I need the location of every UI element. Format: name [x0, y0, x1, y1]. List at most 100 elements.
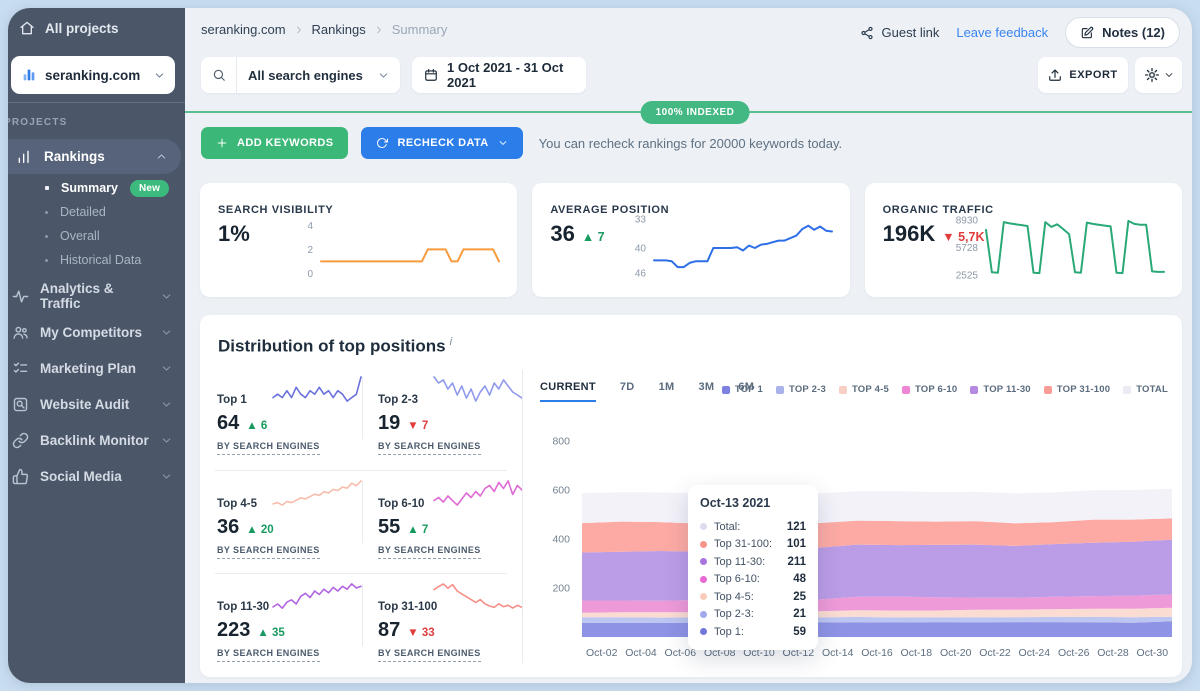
sidebar-item-social-media[interactable]: Social Media	[8, 458, 185, 494]
info-icon[interactable]: i	[450, 336, 452, 348]
chevron-down-icon	[161, 399, 172, 410]
stat-value: 19	[378, 412, 400, 435]
thumbs-icon	[12, 468, 29, 485]
average-position-card: AVERAGE POSITION 36▲ 7 334046	[532, 183, 849, 297]
rankings-submenu: SummaryNew Detailed Overall Historical Data	[8, 176, 185, 272]
sidebar-item-rankings[interactable]: Rankings	[8, 139, 181, 174]
metric-cards-row: SEARCH VISIBILITY 1% 420 AVERAGE POSITIO…	[200, 183, 1182, 297]
chevron-down-icon	[498, 138, 508, 148]
sidebar-subitem-summary[interactable]: SummaryNew	[8, 176, 185, 200]
legend-item-total[interactable]: TOTAL	[1123, 384, 1168, 395]
stats-divider	[362, 377, 363, 439]
pencil-icon	[1080, 26, 1094, 40]
card-value: 196K	[883, 221, 936, 247]
tab-current[interactable]: CURRENT	[540, 381, 596, 402]
legend-item-top-1[interactable]: TOP 1	[722, 384, 763, 395]
sidebar-item-website-audit[interactable]: Website Audit	[8, 386, 185, 422]
by-search-engines-link[interactable]: BY SEARCH ENGINES	[217, 545, 320, 559]
sidebar-item-my-competitors[interactable]: My Competitors	[8, 314, 185, 350]
stats-divider	[215, 470, 507, 471]
by-search-engines-link[interactable]: BY SEARCH ENGINES	[217, 648, 320, 662]
search-engine-filter[interactable]	[201, 57, 237, 93]
legend-item-top-11-30[interactable]: TOP 11-30	[970, 384, 1030, 395]
by-search-engines-link[interactable]: BY SEARCH ENGINES	[217, 441, 320, 455]
tooltip-label: Top 2-3:	[714, 608, 754, 620]
by-search-engines-link[interactable]: BY SEARCH ENGINES	[378, 441, 481, 455]
chevron-down-icon	[161, 327, 172, 338]
x-axis-tick: Oct-18	[901, 647, 933, 659]
all-projects-link[interactable]: All projects	[19, 20, 119, 36]
stat-value: 223	[217, 619, 250, 642]
stat-sparkline	[432, 371, 524, 409]
tooltip-dot-icon	[700, 576, 707, 583]
people-icon	[12, 324, 29, 341]
sidebar-subitem-historical-data[interactable]: Historical Data	[8, 248, 185, 272]
tab-7d[interactable]: 7D	[620, 381, 635, 402]
by-search-engines-link[interactable]: BY SEARCH ENGINES	[378, 545, 481, 559]
sidebar-item-label: Marketing Plan	[40, 361, 136, 376]
stat-label: Top 31-100	[378, 601, 437, 613]
stat-value: 55	[378, 516, 400, 539]
subitem-label: Overall	[60, 229, 100, 243]
tab-3m[interactable]: 3M	[698, 381, 714, 402]
chevdown-icon	[161, 291, 172, 302]
subitem-label: Detailed	[60, 205, 106, 219]
tooltip-dot-icon	[700, 611, 707, 618]
chart-legend: TOP 1 TOP 2-3 TOP 4-5 TOP 6-10 TOP 11-30 TOP …	[722, 384, 1168, 395]
stat-top-2-3: Top 2-319▼ 7BY SEARCH ENGINES	[378, 375, 524, 455]
add-keywords-label: ADD KEYWORDS	[237, 137, 333, 149]
chevron-down-icon	[161, 435, 172, 446]
sidebar-subitem-detailed[interactable]: Detailed	[8, 200, 185, 224]
guest-link-button[interactable]: Guest link	[860, 25, 940, 40]
recheck-data-button[interactable]: RECHECK DATA	[361, 127, 522, 159]
add-keywords-button[interactable]: ADD KEYWORDS	[201, 127, 348, 159]
date-range-picker[interactable]: 1 Oct 2021 - 31 Oct 2021	[412, 57, 586, 93]
plan-icon	[12, 360, 29, 377]
rankings-icon	[16, 149, 32, 165]
tab-1m[interactable]: 1M	[659, 381, 675, 402]
sidebar-item-backlink-monitor[interactable]: Backlink Monitor	[8, 422, 185, 458]
legend-item-top-6-10[interactable]: TOP 6-10	[902, 384, 957, 395]
breadcrumb-project[interactable]: seranking.com	[201, 22, 286, 37]
keyword-actions: ADD KEYWORDS RECHECK DATA You can rechec…	[201, 127, 842, 159]
legend-swatch	[839, 386, 847, 394]
distribution-title: Distribution of top positionsi	[218, 336, 452, 357]
audit-icon	[12, 396, 29, 413]
subitem-label: Summary	[61, 181, 118, 195]
share-icon	[860, 26, 874, 40]
stat-label: Top 11-30	[217, 601, 269, 613]
date-range-value: 1 Oct 2021 - 31 Oct 2021	[447, 60, 574, 90]
notes-button[interactable]: Notes (12)	[1065, 17, 1180, 48]
sidebar-item-marketing-plan[interactable]: Marketing Plan	[8, 350, 185, 386]
svg-text:2525: 2525	[956, 271, 979, 282]
legend-swatch	[722, 386, 730, 394]
chevron-up-icon	[156, 151, 167, 162]
breadcrumb-rankings[interactable]: Rankings	[312, 22, 366, 37]
y-axis-tick: 800	[552, 436, 570, 448]
home-icon	[19, 20, 35, 36]
search-engines-select[interactable]: All search engines	[201, 57, 400, 93]
sidebar-subitem-overall[interactable]: Overall	[8, 224, 185, 248]
tooltip-row: Top 6-10:48	[700, 571, 806, 589]
stat-sparkline	[271, 475, 363, 513]
project-selector[interactable]: seranking.com	[11, 56, 175, 94]
legend-item-top-2-3[interactable]: TOP 2-3	[776, 384, 826, 395]
legend-item-top-4-5[interactable]: TOP 4-5	[839, 384, 889, 395]
subitem-label: Historical Data	[60, 253, 141, 267]
sidebar-item-analytics-traffic[interactable]: Analytics & Traffic	[8, 278, 185, 314]
gear-icon	[1144, 67, 1160, 83]
tooltip-label: Top 31-100:	[714, 538, 772, 550]
legend-label: TOP 11-30	[983, 384, 1030, 395]
leave-feedback-link[interactable]: Leave feedback	[956, 25, 1048, 40]
thumbs-icon	[12, 468, 29, 485]
legend-item-top-31-100[interactable]: TOP 31-100	[1044, 384, 1110, 395]
search-icon	[212, 68, 226, 82]
area-band-top-2-3	[582, 617, 1172, 623]
organic-traffic-sparkline: 893057282525	[952, 207, 1170, 287]
export-button[interactable]: EXPORT	[1038, 57, 1128, 93]
sidebar-item-label: Social Media	[40, 469, 122, 484]
settings-button[interactable]	[1135, 57, 1182, 93]
project-chart-icon	[21, 67, 37, 83]
chevron-right-icon	[294, 25, 304, 35]
by-search-engines-link[interactable]: BY SEARCH ENGINES	[378, 648, 481, 662]
